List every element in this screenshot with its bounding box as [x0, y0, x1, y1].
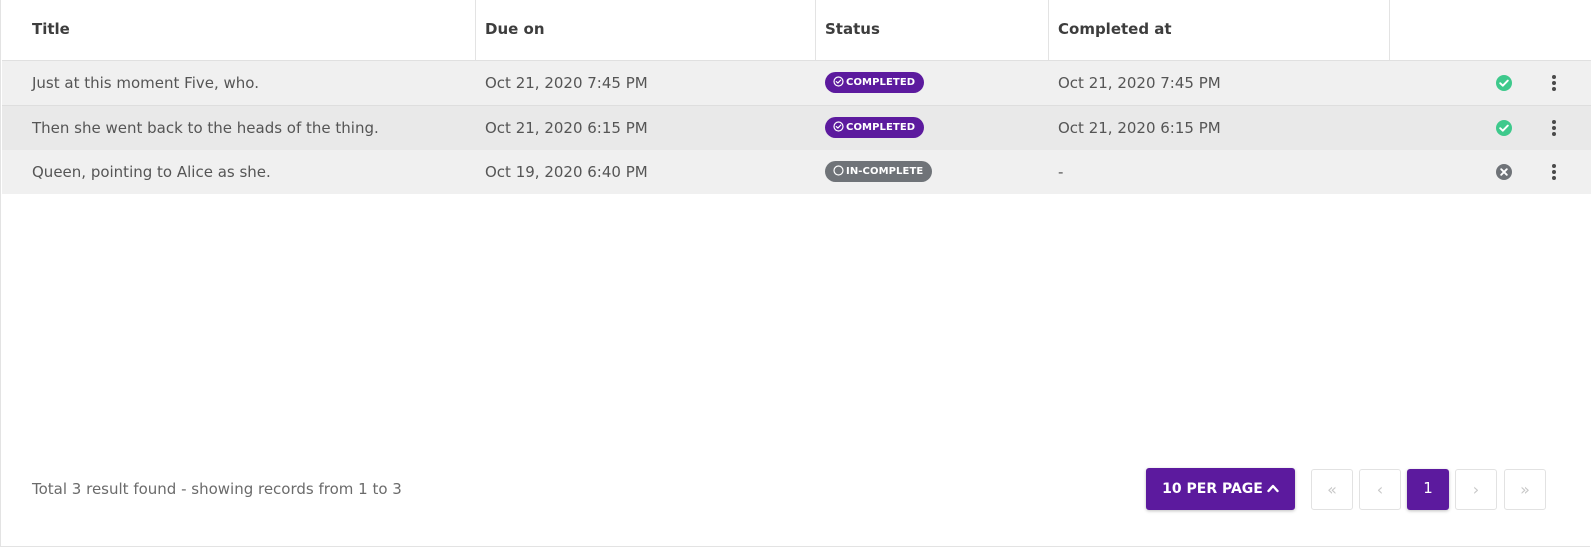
- circle-outline-icon: [833, 164, 844, 176]
- next-page-button[interactable]: ›: [1455, 469, 1497, 510]
- column-header-due-on[interactable]: Due on: [476, 0, 816, 60]
- status-badge-label: IN-COMPLETE: [846, 166, 924, 177]
- row-due-on: Oct 21, 2020 6:15 PM: [485, 119, 648, 137]
- row-completed-at: Oct 21, 2020 6:15 PM: [1058, 119, 1221, 137]
- row-due-on: Oct 19, 2020 6:40 PM: [485, 163, 648, 181]
- status-badge-label: COMPLETED: [846, 77, 916, 88]
- per-page-dropdown-button[interactable]: 10 PER PAGE: [1146, 468, 1295, 510]
- more-vertical-icon[interactable]: [1545, 74, 1563, 92]
- row-title: Then she went back to the heads of the t…: [32, 119, 379, 137]
- green-check-circle-icon[interactable]: [1495, 119, 1513, 137]
- column-header-status[interactable]: Status: [816, 0, 1049, 60]
- last-page-button[interactable]: »: [1504, 469, 1546, 510]
- status-badge-label: COMPLETED: [846, 122, 916, 133]
- status-badge: IN-COMPLETE: [825, 161, 933, 182]
- table-row[interactable]: Queen, pointing to Alice as she. Oct 19,…: [2, 150, 1591, 194]
- table-row[interactable]: Just at this moment Five, who. Oct 21, 2…: [2, 61, 1591, 106]
- status-badge: COMPLETED: [825, 117, 925, 138]
- column-header-title[interactable]: Title: [2, 0, 476, 60]
- row-title: Just at this moment Five, who.: [32, 74, 259, 92]
- table-header: Title Due on Status Completed at: [2, 0, 1591, 62]
- previous-page-button[interactable]: ‹: [1359, 469, 1401, 510]
- status-badge: COMPLETED: [825, 72, 925, 93]
- gray-x-circle-icon[interactable]: [1495, 163, 1513, 181]
- more-vertical-icon[interactable]: [1545, 119, 1563, 137]
- table-row[interactable]: Then she went back to the heads of the t…: [2, 106, 1591, 151]
- row-status: COMPLETED: [825, 61, 925, 105]
- column-header-completed-at[interactable]: Completed at: [1049, 0, 1390, 60]
- row-status: COMPLETED: [825, 106, 925, 150]
- current-page-button[interactable]: 1: [1407, 469, 1449, 510]
- row-due-on: Oct 21, 2020 7:45 PM: [485, 74, 648, 92]
- green-check-circle-icon[interactable]: [1495, 74, 1513, 92]
- row-completed-at: -: [1058, 163, 1064, 181]
- check-circle-icon: [833, 120, 844, 132]
- row-completed-at: Oct 21, 2020 7:45 PM: [1058, 74, 1221, 92]
- first-page-button[interactable]: «: [1311, 469, 1353, 510]
- chevron-up-icon: [1267, 484, 1279, 493]
- row-title: Queen, pointing to Alice as she.: [32, 163, 271, 181]
- column-header-actions: [1390, 0, 1591, 60]
- more-vertical-icon[interactable]: [1545, 163, 1563, 181]
- check-circle-icon: [833, 75, 844, 87]
- row-status: IN-COMPLETE: [825, 150, 933, 194]
- results-summary: Total 3 result found - showing records f…: [32, 480, 402, 498]
- per-page-label: 10 PER PAGE: [1162, 481, 1263, 497]
